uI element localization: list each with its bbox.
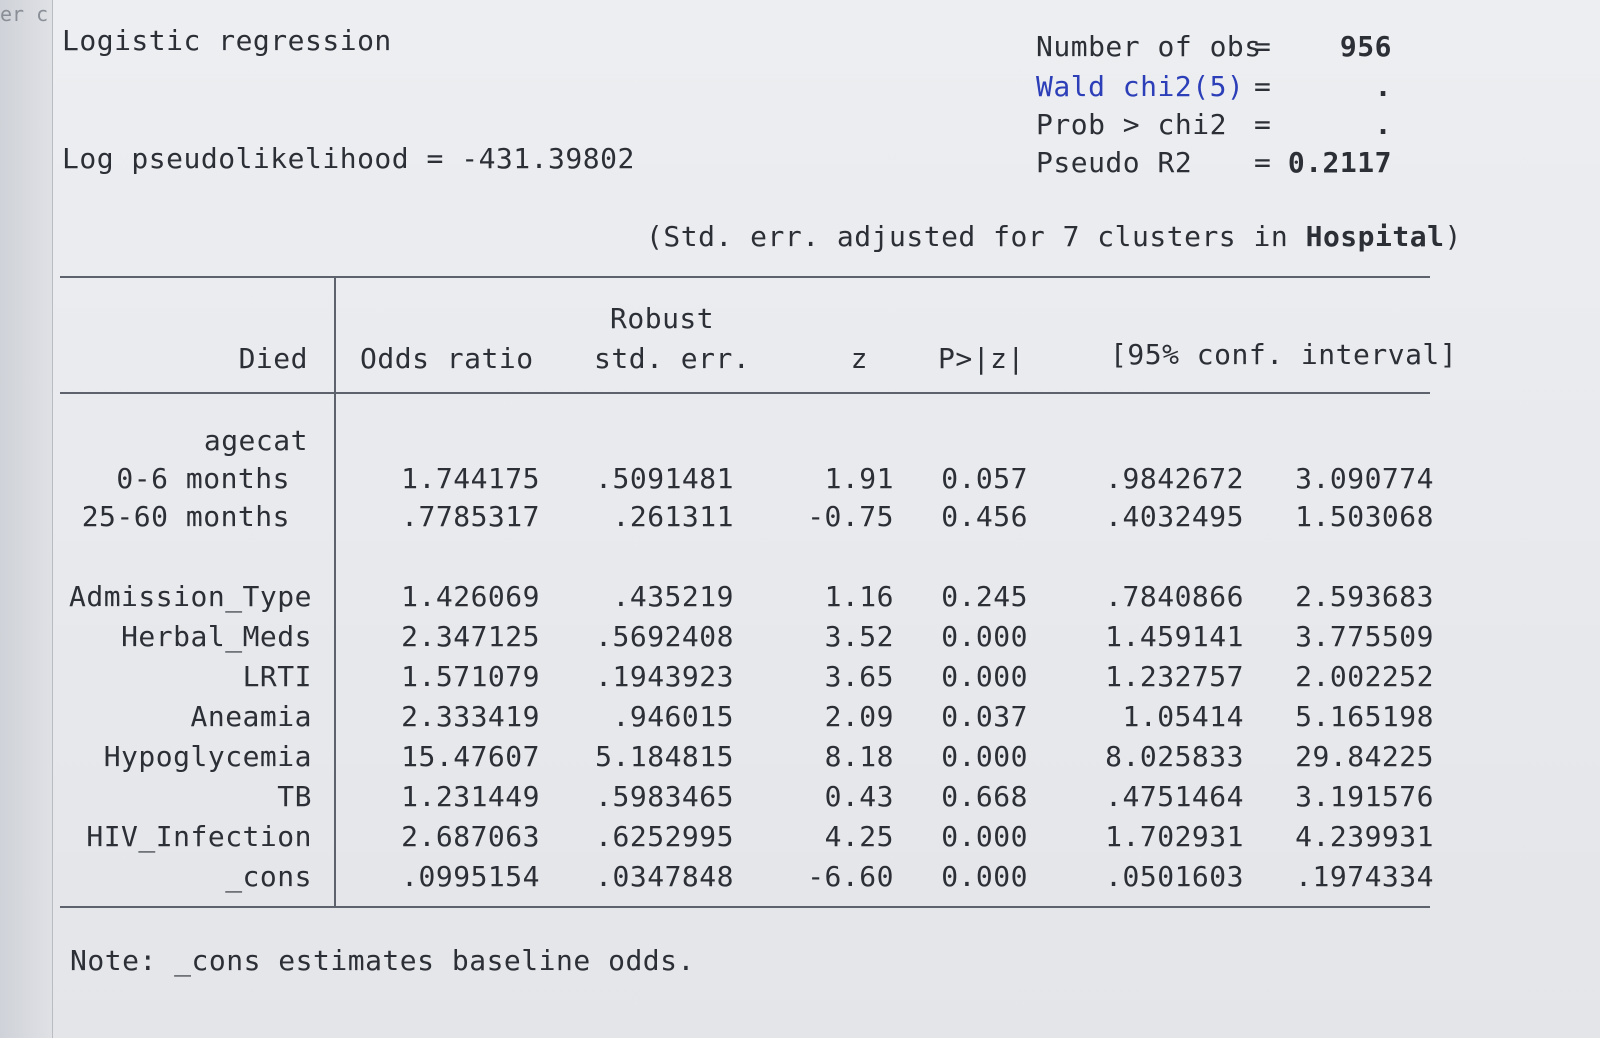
cell-odds-ratio: .7785317: [401, 500, 540, 533]
cell-z: 1.91: [824, 462, 894, 495]
row-label: 0-6 months: [116, 462, 290, 495]
log-likelihood: Log pseudolikelihood = -431.39802: [62, 142, 635, 175]
cell-ci-upper: 3.775509: [1295, 620, 1434, 653]
cell-std-err: .5091481: [595, 462, 734, 495]
cell-odds-ratio: 1.426069: [401, 580, 540, 613]
cell-odds-ratio: 2.333419: [401, 700, 540, 733]
table-top-rule: [60, 276, 1430, 278]
panel-tab-label[interactable]: er c: [0, 2, 48, 26]
group-label-agecat: agecat: [203, 424, 308, 457]
cell-z: 3.52: [824, 620, 894, 653]
col-conf-interval: [95% conf. interval]: [1110, 338, 1458, 371]
cell-z: 4.25: [824, 820, 894, 853]
row-label: Herbal_Meds: [121, 620, 312, 653]
cell-std-err: .6252995: [595, 820, 734, 853]
cell-z: -0.75: [807, 500, 894, 533]
cell-ci-upper: 4.239931: [1295, 820, 1434, 853]
cell-z: -6.60: [807, 860, 894, 893]
stat-label: Pseudo R2: [1036, 146, 1193, 179]
cell-ci-lower: 1.702931: [1105, 820, 1244, 853]
row-label: Aneamia: [190, 700, 312, 733]
column-separator: [334, 276, 336, 906]
cell-z: 1.16: [824, 580, 894, 613]
row-label: _cons: [225, 860, 312, 893]
cell-p: 0.668: [941, 780, 1028, 813]
stat-label: Prob > chi2: [1036, 108, 1227, 141]
cell-ci-upper: .1974334: [1295, 860, 1434, 893]
row-label: Admission_Type: [68, 580, 312, 613]
cell-std-err: .0347848: [595, 860, 734, 893]
cell-ci-lower: .9842672: [1105, 462, 1244, 495]
header-rule: [60, 392, 1430, 394]
stat-value: .: [1374, 70, 1392, 103]
cell-ci-upper: 5.165198: [1295, 700, 1434, 733]
cell-ci-lower: .4032495: [1105, 500, 1244, 533]
cell-p: 0.057: [941, 462, 1028, 495]
cell-ci-upper: 3.191576: [1295, 780, 1434, 813]
cell-p: 0.000: [941, 620, 1028, 653]
cluster-note: (Std. err. adjusted for 7 clusters in Ho…: [646, 220, 1462, 253]
cell-ci-lower: 1.459141: [1105, 620, 1244, 653]
model-title: Logistic regression: [62, 24, 392, 57]
left-panel: er c: [0, 0, 53, 1038]
cell-p: 0.000: [941, 740, 1028, 773]
cell-odds-ratio: .0995154: [401, 860, 540, 893]
col-z: z: [850, 342, 868, 375]
cell-z: 0.43: [824, 780, 894, 813]
row-label: HIV_Infection: [86, 820, 312, 853]
cell-std-err: .261311: [612, 500, 734, 533]
stat-value: 956: [1339, 30, 1392, 63]
cell-ci-upper: 29.84225: [1295, 740, 1434, 773]
footnote: Note: _cons estimates baseline odds.: [70, 944, 695, 977]
cell-p: 0.000: [941, 860, 1028, 893]
row-label: TB: [277, 780, 312, 813]
col-robust: Robust: [610, 302, 715, 335]
col-std-err: std. err.: [594, 342, 751, 375]
cell-ci-lower: .4751464: [1105, 780, 1244, 813]
cell-ci-lower: 1.232757: [1105, 660, 1244, 693]
stat-label: Number of obs: [1036, 30, 1262, 63]
cell-std-err: .946015: [612, 700, 734, 733]
screen: er c Logistic regression Log pseudolikel…: [0, 0, 1600, 1038]
cell-p: 0.245: [941, 580, 1028, 613]
row-label: 25-60 months: [81, 500, 290, 533]
cell-std-err: 5.184815: [595, 740, 734, 773]
cell-ci-lower: 8.025833: [1105, 740, 1244, 773]
stat-label[interactable]: Wald chi2(5): [1036, 70, 1244, 103]
stat-value: .: [1374, 108, 1392, 141]
row-label: Hypoglycemia: [103, 740, 312, 773]
cell-ci-lower: .0501603: [1105, 860, 1244, 893]
cell-ci-lower: 1.05414: [1122, 700, 1244, 733]
cell-odds-ratio: 15.47607: [401, 740, 540, 773]
cell-ci-lower: .7840866: [1105, 580, 1244, 613]
cell-std-err: .1943923: [595, 660, 734, 693]
cell-odds-ratio: 2.687063: [401, 820, 540, 853]
cell-ci-upper: 3.090774: [1295, 462, 1434, 495]
results-window: Logistic regression Log pseudolikelihood…: [58, 0, 1568, 1038]
cell-z: 3.65: [824, 660, 894, 693]
cell-p: 0.456: [941, 500, 1028, 533]
cell-p: 0.037: [941, 700, 1028, 733]
stat-value: 0.2117: [1287, 146, 1392, 179]
cell-std-err: .435219: [612, 580, 734, 613]
cell-odds-ratio: 1.571079: [401, 660, 540, 693]
cell-p: 0.000: [941, 660, 1028, 693]
cell-odds-ratio: 1.744175: [401, 462, 540, 495]
cell-odds-ratio: 1.231449: [401, 780, 540, 813]
col-odds-ratio: Odds ratio: [360, 342, 534, 375]
cell-ci-upper: 2.593683: [1295, 580, 1434, 613]
cell-std-err: .5983465: [595, 780, 734, 813]
cell-z: 8.18: [824, 740, 894, 773]
cell-ci-upper: 2.002252: [1295, 660, 1434, 693]
cell-ci-upper: 1.503068: [1295, 500, 1434, 533]
col-p: P>|z|: [938, 342, 1025, 375]
cell-p: 0.000: [941, 820, 1028, 853]
cell-z: 2.09: [824, 700, 894, 733]
cell-std-err: .5692408: [595, 620, 734, 653]
depvar-header: Died: [238, 342, 308, 375]
row-label: LRTI: [242, 660, 312, 693]
table-bottom-rule: [60, 906, 1430, 908]
cell-odds-ratio: 2.347125: [401, 620, 540, 653]
